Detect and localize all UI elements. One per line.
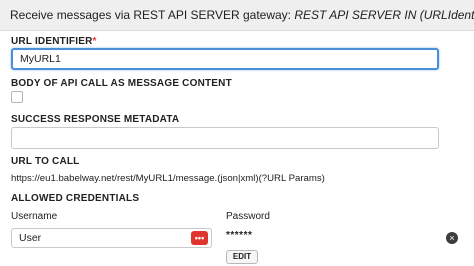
- body-as-content-checkbox[interactable]: [11, 91, 23, 103]
- url-to-call-value: https://eu1.babelway.net/rest/MyURL1/mes…: [11, 173, 325, 184]
- username-column-label: Username: [11, 211, 58, 222]
- edit-password-button[interactable]: EDIT: [226, 250, 258, 264]
- remove-credential-icon[interactable]: ×: [446, 232, 458, 244]
- url-to-call-label: URL TO CALL: [11, 156, 80, 167]
- header-gateway: REST API SERVER IN (URLIdentifier: MyURL…: [294, 8, 474, 22]
- username-input[interactable]: [11, 228, 212, 248]
- url-identifier-label: URL IDENTIFIER*: [11, 36, 97, 47]
- more-options-icon[interactable]: •••: [191, 231, 208, 245]
- success-metadata-label: SUCCESS RESPONSE METADATA: [11, 114, 180, 125]
- allowed-credentials-label: ALLOWED CREDENTIALS: [11, 193, 140, 204]
- header-text: Receive messages via REST API SERVER gat…: [10, 8, 292, 22]
- password-column-label: Password: [226, 211, 270, 222]
- required-mark: *: [92, 36, 97, 47]
- url-identifier-input[interactable]: [11, 48, 439, 70]
- password-value: ******: [226, 230, 253, 241]
- body-as-content-label: BODY OF API CALL AS MESSAGE CONTENT: [11, 78, 232, 89]
- success-metadata-input[interactable]: [11, 127, 439, 149]
- dialog-header: Receive messages via REST API SERVER gat…: [0, 0, 474, 31]
